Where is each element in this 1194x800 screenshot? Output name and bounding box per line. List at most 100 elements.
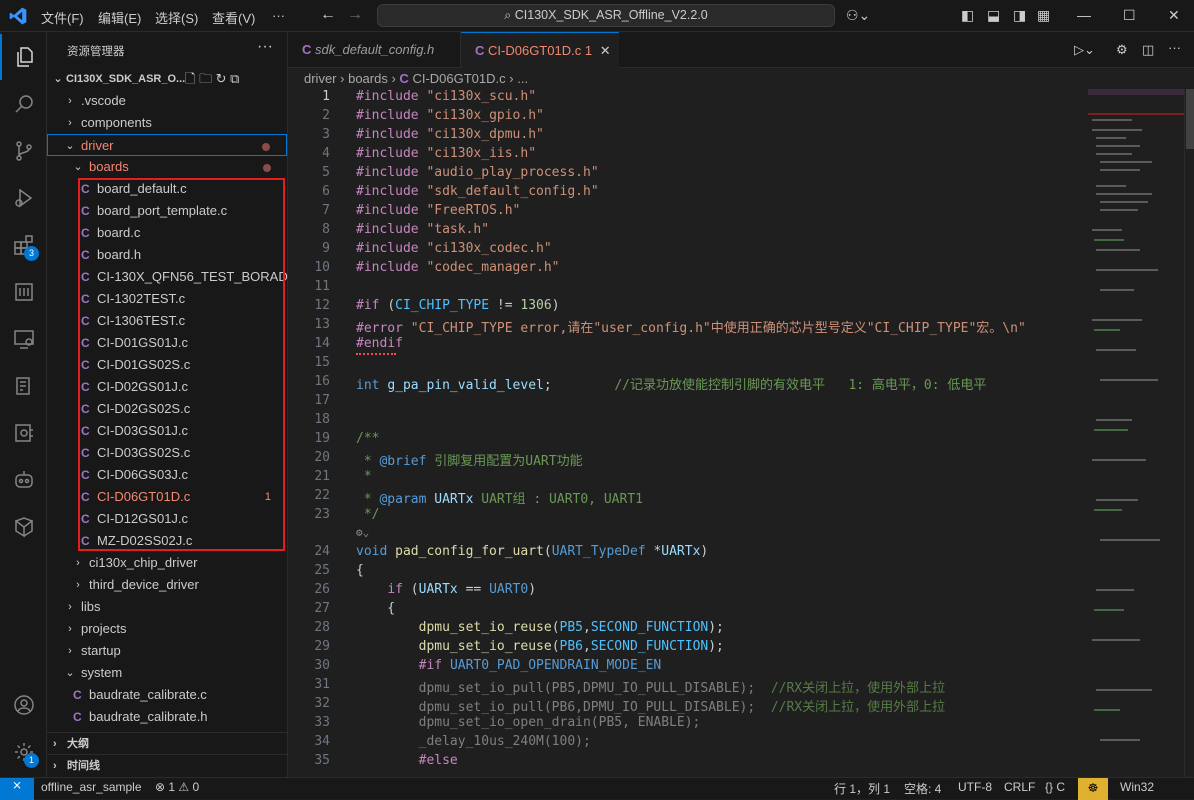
line-number: 20 bbox=[314, 450, 330, 465]
breadcrumb-file[interactable]: CI-D06GT01D.c bbox=[412, 71, 505, 86]
explorer-actions[interactable]: 🗋 🗀 ↻ ⧉ bbox=[185, 68, 239, 90]
status-cursor-position[interactable]: 行 1，列 1 bbox=[834, 780, 890, 797]
fold-toggle-icon[interactable]: ⚙⌄ bbox=[356, 526, 369, 539]
extensions-icon[interactable]: 3 bbox=[0, 222, 47, 268]
status-encoding[interactable]: UTF-8 bbox=[958, 780, 992, 794]
close-icon[interactable]: ✕ bbox=[1168, 7, 1180, 24]
toggle-secondary-sidebar-icon[interactable]: ◨ bbox=[1013, 7, 1026, 24]
toggle-panel-icon[interactable]: ⬓ bbox=[987, 7, 1000, 24]
code-line: * @brief 引脚复用配置为UART功能 bbox=[356, 450, 583, 469]
tab-close-icon[interactable]: ✕ bbox=[600, 43, 611, 58]
chevron-right-icon: › bbox=[340, 71, 349, 86]
workspace-root[interactable]: ⌄ CI130X_SDK_ASR_O... 🗋 🗀 ↻ ⧉ bbox=[47, 68, 287, 90]
scrollbar-thumb[interactable] bbox=[1186, 89, 1194, 149]
line-number: 25 bbox=[314, 563, 330, 578]
menu-edit[interactable]: 编辑(E) bbox=[98, 8, 141, 27]
folder-ci130x-chip-driver[interactable]: › ci130x_chip_driver bbox=[47, 552, 287, 574]
folder-driver[interactable]: ⌄ driver bbox=[47, 134, 287, 156]
breadcrumb-symbol[interactable]: ... bbox=[517, 71, 528, 86]
source-control-icon[interactable] bbox=[0, 128, 47, 174]
status-language[interactable]: {} C bbox=[1045, 780, 1065, 794]
line-number: 26 bbox=[314, 582, 330, 597]
chevron-down-icon: ⌄ bbox=[65, 667, 75, 679]
code-token: * bbox=[356, 454, 380, 469]
remote-indicator-icon[interactable]: ⨯ bbox=[0, 778, 34, 800]
code-token: { bbox=[356, 601, 396, 616]
account-icon[interactable] bbox=[0, 682, 47, 728]
outline-section[interactable]: › 大纲 bbox=[47, 732, 287, 754]
folder-system[interactable]: ⌄ system bbox=[47, 662, 287, 684]
explorer-more-button[interactable]: ··· bbox=[257, 38, 273, 56]
folder-boards[interactable]: ⌄ boards bbox=[47, 156, 287, 178]
back-arrow-icon[interactable]: ← bbox=[320, 6, 336, 24]
folder-vscode[interactable]: › .vscode bbox=[47, 90, 287, 112]
chipintelli-icon[interactable] bbox=[0, 269, 47, 315]
device-manager-icon[interactable] bbox=[0, 410, 47, 456]
breadcrumb-boards[interactable]: boards bbox=[348, 71, 388, 86]
code-token: ); bbox=[708, 620, 724, 635]
code-line: #include "codec_manager.h" bbox=[356, 260, 560, 275]
code-line: #if (CI_CHIP_TYPE != 1306) bbox=[356, 298, 560, 313]
status-remote-label[interactable]: offline_asr_sample bbox=[41, 780, 142, 794]
timeline-section[interactable]: › 时间线 bbox=[47, 754, 287, 776]
status-problems[interactable]: ⊗ 1 ⚠ 0 bbox=[155, 780, 199, 794]
tab-sdk-default-config[interactable]: C sdk_default_config.h bbox=[288, 32, 461, 68]
code-token: UART组 : UART0, UART1 bbox=[481, 492, 643, 507]
code-token: PB6 bbox=[559, 639, 583, 654]
split-editor-icon[interactable]: ◫ bbox=[1142, 42, 1154, 58]
folder-third-device-driver[interactable]: › third_device_driver bbox=[47, 574, 287, 596]
folder-startup[interactable]: › startup bbox=[47, 640, 287, 662]
remote-explorer-icon[interactable] bbox=[0, 316, 47, 362]
status-extension-icon[interactable]: ☸ bbox=[1078, 778, 1108, 800]
maximize-icon[interactable]: ☐ bbox=[1123, 7, 1136, 24]
file-baudrate-calibrate-h[interactable]: Cbaudrate_calibrate.h bbox=[47, 706, 287, 728]
breadcrumb-driver[interactable]: driver bbox=[304, 71, 337, 86]
status-platform[interactable]: Win32 bbox=[1120, 780, 1154, 794]
minimize-icon[interactable]: — bbox=[1077, 7, 1091, 23]
line-number: 19 bbox=[314, 431, 330, 446]
command-center-search[interactable]: ⌕ CI130X_SDK_ASR_Offline_V2.2.0 bbox=[377, 4, 835, 27]
menu-view[interactable]: 查看(V) bbox=[212, 8, 255, 27]
toggle-primary-sidebar-icon[interactable]: ◧ bbox=[961, 7, 974, 24]
plugin-icon[interactable] bbox=[0, 504, 47, 550]
tab-ci-d06gt01d[interactable]: C CI-D06GT01D.c 1 ✕ bbox=[461, 32, 619, 69]
code-token: != bbox=[489, 298, 521, 313]
file-baudrate-calibrate-c[interactable]: Cbaudrate_calibrate.c bbox=[47, 684, 287, 706]
chevron-down-icon: ⌄ bbox=[65, 140, 75, 152]
code-line: if (UARTx == UART0) bbox=[356, 582, 536, 597]
line-number: 28 bbox=[314, 620, 330, 635]
run-debug-icon[interactable] bbox=[0, 175, 47, 221]
menu-more[interactable]: ··· bbox=[272, 8, 285, 23]
code-editor[interactable]: 1 #include "ci130x_scu.h" 2 #include "ci130… bbox=[288, 89, 1088, 779]
folder-components[interactable]: › components bbox=[47, 112, 287, 134]
editor-more-icon[interactable]: ··· bbox=[1168, 40, 1181, 55]
folder-libs[interactable]: › libs bbox=[47, 596, 287, 618]
menu-selection[interactable]: 选择(S) bbox=[155, 8, 198, 27]
copilot-icon[interactable]: ⚇⌄ bbox=[846, 7, 870, 24]
folder-projects[interactable]: › projects bbox=[47, 618, 287, 640]
code-token: SECOND_FUNCTION bbox=[590, 639, 709, 654]
copilot-chat-icon[interactable] bbox=[0, 457, 47, 503]
testing-icon[interactable] bbox=[0, 363, 47, 409]
code-line: #endif bbox=[356, 336, 403, 351]
manage-gear-icon[interactable]: 1 bbox=[0, 729, 47, 775]
status-eol[interactable]: CRLF bbox=[1004, 780, 1035, 794]
chevron-down-icon: ⌄ bbox=[73, 161, 83, 173]
editor-settings-gear-icon[interactable]: ⚙ bbox=[1116, 42, 1128, 58]
menu-file[interactable]: 文件(F) bbox=[41, 8, 84, 27]
run-code-icon[interactable]: ▷⌄ bbox=[1074, 42, 1095, 58]
customize-layout-icon[interactable]: ▦ bbox=[1037, 7, 1050, 24]
search-activity-icon[interactable] bbox=[0, 81, 47, 127]
forward-arrow-icon[interactable]: → bbox=[347, 6, 363, 24]
minimap[interactable] bbox=[1088, 89, 1194, 779]
code-token: #if bbox=[356, 298, 388, 313]
explorer-icon[interactable] bbox=[0, 34, 47, 80]
code-token: /** bbox=[356, 431, 380, 446]
line-number: 5 bbox=[322, 165, 330, 180]
code-token: == bbox=[457, 582, 490, 597]
code-token: ) bbox=[528, 582, 537, 597]
status-indentation[interactable]: 空格: 4 bbox=[904, 780, 941, 797]
vertical-scrollbar[interactable] bbox=[1184, 89, 1194, 779]
